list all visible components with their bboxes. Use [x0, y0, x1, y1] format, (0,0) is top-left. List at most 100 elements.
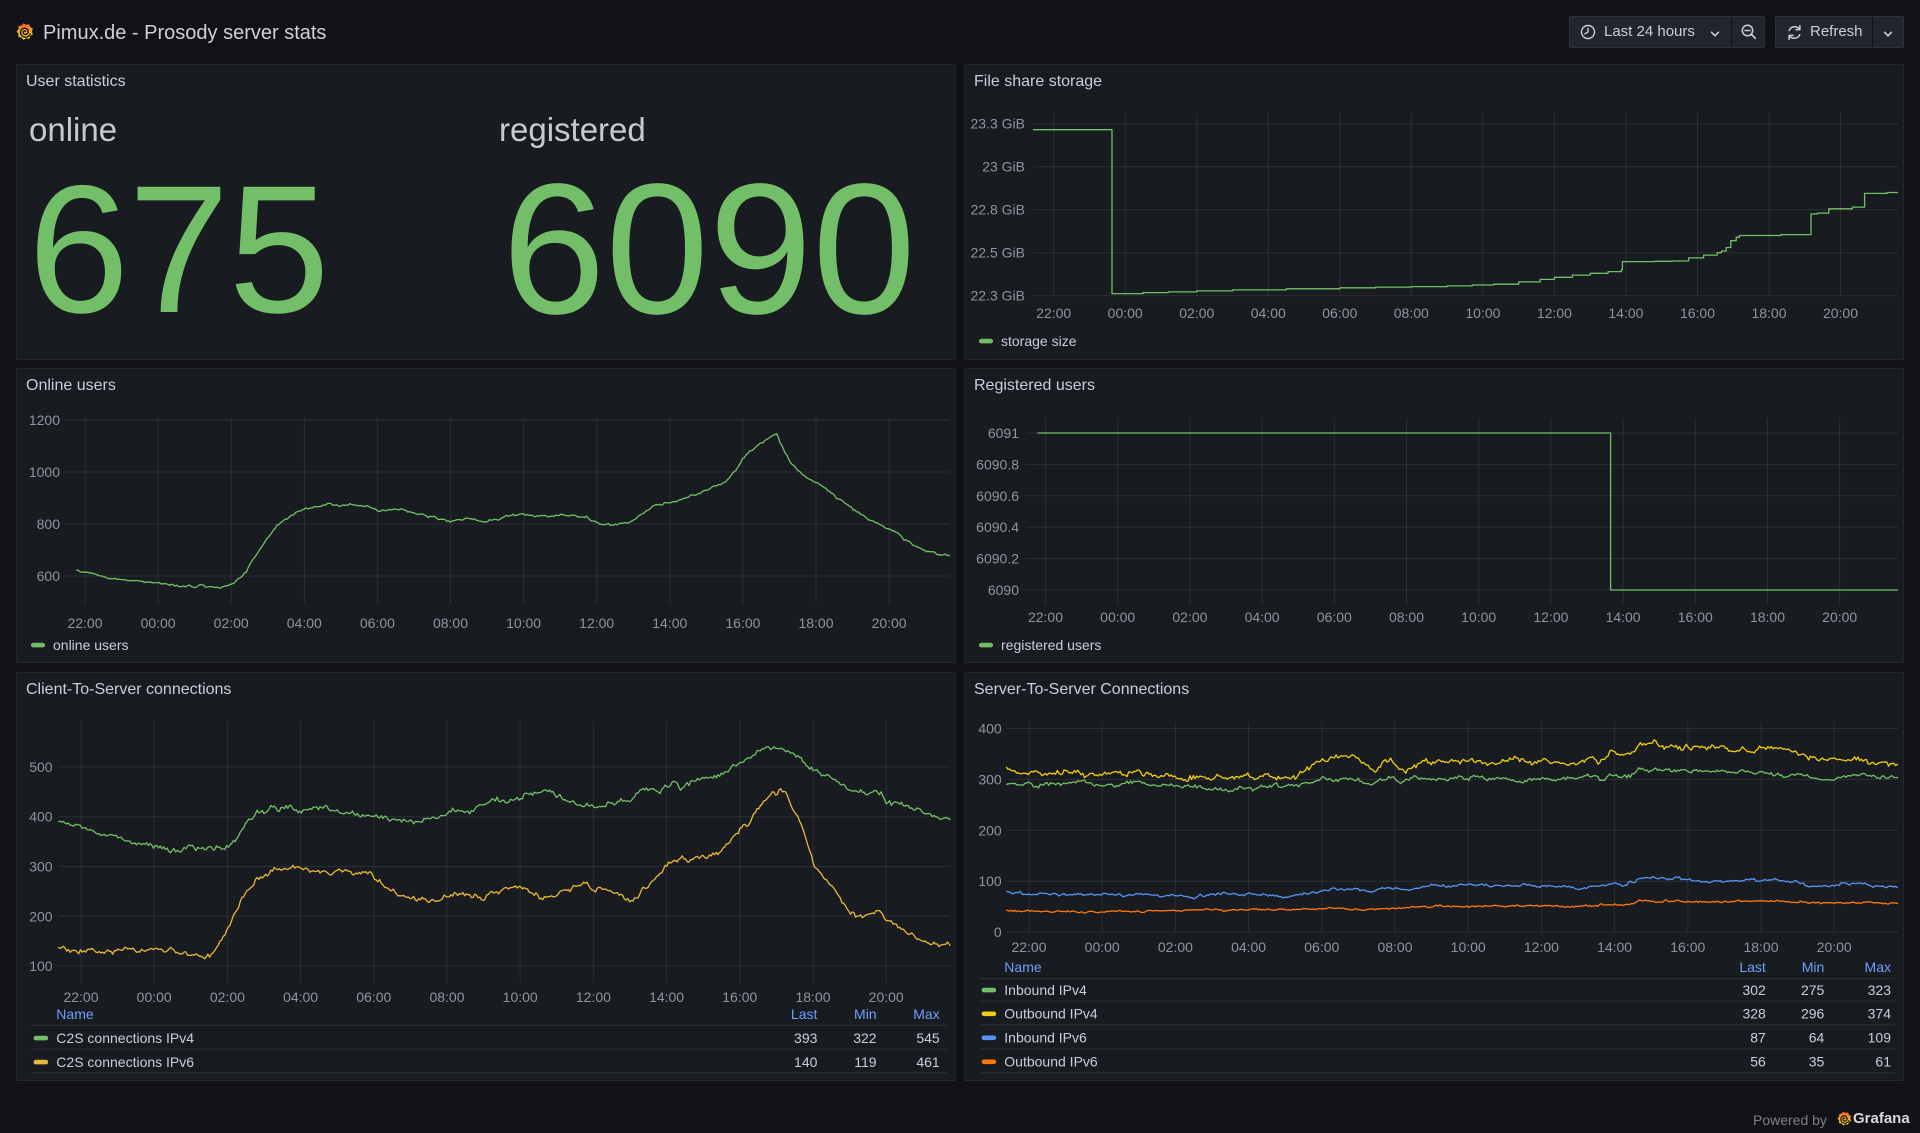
svg-text:08:00: 08:00	[429, 989, 464, 1005]
svg-text:22.3 GiB: 22.3 GiB	[971, 288, 1025, 304]
svg-text:08:00: 08:00	[1389, 609, 1424, 625]
svg-text:18:00: 18:00	[798, 615, 833, 631]
svg-text:02:00: 02:00	[214, 615, 249, 631]
svg-text:12:00: 12:00	[1524, 939, 1559, 955]
svg-text:02:00: 02:00	[1172, 609, 1207, 625]
svg-text:0: 0	[994, 924, 1002, 940]
svg-text:16:00: 16:00	[725, 615, 760, 631]
svg-text:1200: 1200	[29, 412, 60, 428]
svg-text:10:00: 10:00	[503, 989, 538, 1005]
svg-text:06:00: 06:00	[1317, 609, 1352, 625]
svg-text:Min: Min	[1802, 959, 1825, 975]
svg-text:22:00: 22:00	[1011, 939, 1046, 955]
svg-text:200: 200	[978, 822, 1002, 838]
svg-text:6090.2: 6090.2	[976, 551, 1019, 567]
svg-text:00:00: 00:00	[1100, 609, 1135, 625]
svg-text:Last: Last	[791, 1006, 818, 1022]
svg-text:Inbound IPv6: Inbound IPv6	[1004, 1030, 1087, 1046]
svg-text:6090: 6090	[988, 582, 1019, 598]
svg-text:14:00: 14:00	[1597, 939, 1632, 955]
svg-text:35: 35	[1809, 1054, 1825, 1070]
svg-text:04:00: 04:00	[283, 989, 318, 1005]
svg-text:Last: Last	[1739, 959, 1766, 975]
svg-text:00:00: 00:00	[141, 615, 176, 631]
svg-text:6090.6: 6090.6	[976, 488, 1019, 504]
svg-text:20:00: 20:00	[1823, 305, 1858, 321]
svg-text:18:00: 18:00	[1751, 305, 1786, 321]
svg-text:06:00: 06:00	[360, 615, 395, 631]
svg-text:300: 300	[29, 859, 53, 875]
svg-text:storage size: storage size	[1001, 333, 1077, 349]
svg-text:61: 61	[1875, 1054, 1891, 1070]
svg-text:119: 119	[854, 1054, 877, 1070]
svg-text:14:00: 14:00	[1606, 609, 1641, 625]
svg-text:12:00: 12:00	[1537, 305, 1572, 321]
svg-text:300: 300	[978, 771, 1002, 787]
svg-text:322: 322	[853, 1030, 877, 1046]
svg-text:20:00: 20:00	[1817, 939, 1852, 955]
svg-text:02:00: 02:00	[1179, 305, 1214, 321]
svg-text:374: 374	[1868, 1006, 1892, 1022]
svg-text:22:00: 22:00	[67, 615, 102, 631]
svg-text:20:00: 20:00	[872, 615, 907, 631]
svg-text:64: 64	[1809, 1030, 1825, 1046]
svg-text:10:00: 10:00	[1461, 609, 1496, 625]
svg-text:461: 461	[916, 1054, 940, 1070]
svg-text:00:00: 00:00	[1085, 939, 1120, 955]
svg-text:04:00: 04:00	[1251, 305, 1286, 321]
svg-text:22:00: 22:00	[1028, 609, 1063, 625]
svg-text:registered users: registered users	[1001, 637, 1101, 653]
svg-text:10:00: 10:00	[506, 615, 541, 631]
svg-text:275: 275	[1801, 982, 1825, 998]
svg-text:6091: 6091	[988, 425, 1019, 441]
svg-text:56: 56	[1750, 1054, 1766, 1070]
svg-text:20:00: 20:00	[1822, 609, 1857, 625]
svg-text:18:00: 18:00	[1743, 939, 1778, 955]
svg-text:10:00: 10:00	[1451, 939, 1486, 955]
svg-text:23.3 GiB: 23.3 GiB	[971, 116, 1025, 132]
svg-text:16:00: 16:00	[1670, 939, 1705, 955]
svg-text:06:00: 06:00	[1322, 305, 1357, 321]
svg-text:323: 323	[1868, 982, 1892, 998]
svg-text:08:00: 08:00	[433, 615, 468, 631]
svg-text:545: 545	[916, 1030, 940, 1046]
svg-text:online users: online users	[53, 637, 129, 653]
svg-text:00:00: 00:00	[1108, 305, 1143, 321]
svg-text:14:00: 14:00	[1608, 305, 1643, 321]
svg-text:22:00: 22:00	[1036, 305, 1071, 321]
svg-text:Outbound IPv4: Outbound IPv4	[1004, 1006, 1098, 1022]
svg-text:18:00: 18:00	[1750, 609, 1785, 625]
svg-text:14:00: 14:00	[652, 615, 687, 631]
svg-text:296: 296	[1801, 1006, 1825, 1022]
svg-text:100: 100	[29, 958, 53, 974]
svg-text:87: 87	[1750, 1030, 1766, 1046]
svg-text:6090.8: 6090.8	[976, 456, 1019, 472]
svg-text:400: 400	[978, 721, 1002, 737]
svg-text:302: 302	[1742, 982, 1766, 998]
svg-text:23 GiB: 23 GiB	[982, 159, 1025, 175]
svg-text:06:00: 06:00	[1304, 939, 1339, 955]
svg-text:00:00: 00:00	[137, 989, 172, 1005]
svg-text:200: 200	[29, 908, 53, 924]
svg-text:328: 328	[1742, 1006, 1766, 1022]
svg-text:12:00: 12:00	[576, 989, 611, 1005]
svg-text:Outbound IPv6: Outbound IPv6	[1004, 1054, 1098, 1070]
svg-text:02:00: 02:00	[1158, 939, 1193, 955]
svg-text:800: 800	[37, 516, 61, 532]
svg-text:10:00: 10:00	[1465, 305, 1500, 321]
svg-text:16:00: 16:00	[1678, 609, 1713, 625]
svg-text:109: 109	[1868, 1030, 1892, 1046]
svg-text:22.8 GiB: 22.8 GiB	[971, 202, 1025, 218]
svg-text:18:00: 18:00	[795, 989, 830, 1005]
svg-text:Max: Max	[913, 1006, 939, 1022]
svg-text:04:00: 04:00	[1231, 939, 1266, 955]
svg-text:Min: Min	[854, 1006, 877, 1022]
svg-text:500: 500	[29, 759, 53, 775]
svg-text:C2S connections IPv4: C2S connections IPv4	[56, 1030, 194, 1046]
svg-text:06:00: 06:00	[356, 989, 391, 1005]
svg-text:14:00: 14:00	[649, 989, 684, 1005]
svg-text:02:00: 02:00	[210, 989, 245, 1005]
svg-text:100: 100	[978, 873, 1002, 889]
svg-text:Max: Max	[1865, 959, 1891, 975]
svg-text:C2S connections IPv6: C2S connections IPv6	[56, 1054, 194, 1070]
